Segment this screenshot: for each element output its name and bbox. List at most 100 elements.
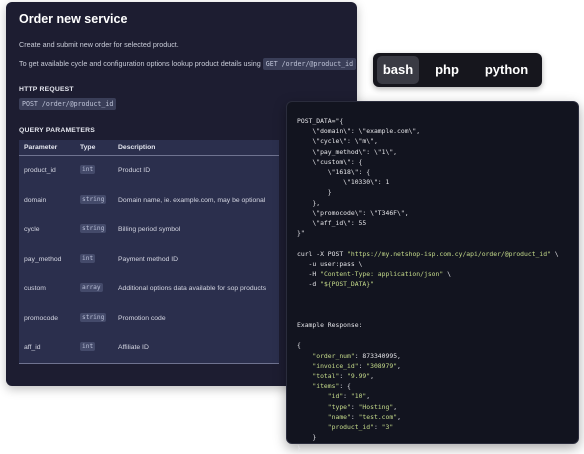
- code-line: "type": "Hosting",: [297, 402, 559, 412]
- code-token: "https://my.netshop-isp.com.cy/api/order…: [347, 249, 551, 258]
- code-token: -u user:pass \: [297, 259, 363, 268]
- tab-php[interactable]: php: [425, 56, 469, 84]
- param-description: Affiliate ID: [118, 344, 149, 351]
- page-title: Order new service: [19, 12, 128, 26]
- lookup-endpoint-code: GET /order/@product_id: [262, 58, 357, 70]
- code-token: }: [297, 188, 332, 197]
- tab-python[interactable]: python: [475, 56, 538, 84]
- code-line: \"pay_method\": \"1\",: [297, 147, 559, 157]
- column-header-parameter: Parameter: [24, 144, 58, 151]
- code-line: }: [297, 187, 559, 197]
- code-token: \"aff_id\": 55: [297, 219, 367, 228]
- code-token: "id": [327, 392, 344, 401]
- code-token: \"promocode\": \"T346F\",: [297, 208, 409, 217]
- code-token: "invoice_id": [312, 361, 359, 370]
- params-table: Parameter Type Description product_id int…: [19, 140, 279, 364]
- tab-bash[interactable]: bash: [377, 56, 419, 84]
- code-line: \"promocode\": \"T346F\",: [297, 208, 559, 218]
- code-token: "type": [327, 402, 351, 411]
- code-token: {: [297, 341, 301, 350]
- param-name: domain: [24, 196, 47, 204]
- param-type-badge: array: [80, 283, 103, 292]
- code-line: }: [297, 443, 559, 453]
- http-request-code: POST /order/@product_id: [19, 98, 117, 110]
- code-line: POST_DATA="{: [297, 116, 559, 126]
- code-line: }: [297, 432, 559, 442]
- code-token: ,: [393, 402, 398, 411]
- code-line: -d "${POST_DATA}": [297, 279, 559, 289]
- code-line: -H "Content-Type: application/json" \: [297, 269, 559, 279]
- code-line: "items": {: [297, 381, 559, 391]
- code-token: "9.99": [347, 372, 371, 381]
- code-line: "name": "test.com",: [297, 412, 559, 422]
- param-description: Payment method ID: [118, 255, 179, 263]
- code-line: "total": "9.99",: [297, 371, 559, 381]
- code-line: }": [297, 228, 559, 238]
- table-header: Parameter Type Description: [19, 140, 279, 156]
- code-line: "product_id": "3": [297, 422, 559, 432]
- code-token: \: [443, 270, 451, 279]
- code-token: Example Response:: [297, 321, 363, 330]
- param-type-badge: string: [80, 194, 107, 204]
- lookup-text-line: To get available cycle and configuration…: [19, 58, 357, 70]
- code-token: \"custom\": {: [297, 157, 363, 166]
- code-line: "id": "10",: [297, 391, 559, 401]
- param-type-badge: int: [80, 165, 96, 174]
- code-line: ​: [297, 330, 559, 340]
- code-line: \"10330\": 1: [297, 177, 559, 187]
- code-token: \: [550, 249, 559, 258]
- code-token: "test.com": [358, 412, 398, 421]
- code-line: curl -X POST "https://my.netshop-isp.com…: [297, 249, 559, 259]
- code-line: \"domain\": \"example.com\",: [297, 126, 559, 136]
- code-token: "308979": [366, 361, 398, 370]
- code-token: :: [350, 402, 359, 411]
- param-type-badge: int: [80, 342, 96, 351]
- language-tabs: bash php python: [373, 53, 542, 87]
- param-name: pay_method: [24, 255, 62, 263]
- code-token: "3": [381, 423, 394, 432]
- code-token: \"cycle\": \"m\",: [297, 137, 378, 146]
- param-description: Additional options data available for so…: [118, 285, 267, 292]
- code-line: \"aff_id\": 55: [297, 218, 559, 228]
- code-token: "total": [312, 372, 340, 381]
- param-name: aff_id: [24, 344, 41, 351]
- code-line: \"cycle\": \"m\",: [297, 136, 559, 146]
- code-token: "order_num": [312, 351, 355, 360]
- code-line: \"custom\": {: [297, 157, 559, 167]
- param-description: Promotion code: [118, 314, 166, 322]
- code-line: ​: [297, 289, 559, 299]
- param-type-badge: int: [80, 253, 96, 263]
- code-token: POST_DATA="{: [297, 117, 344, 125]
- code-line: -u user:pass \: [297, 259, 559, 269]
- code-token: "Hosting": [358, 402, 394, 411]
- code-line: Example Response:: [297, 320, 559, 330]
- code-token: :: [339, 372, 348, 381]
- column-header-type: Type: [80, 144, 96, 151]
- column-header-description: Description: [118, 144, 156, 151]
- param-description: Product ID: [118, 167, 151, 174]
- param-name: product_id: [24, 167, 56, 174]
- table-row: custom array Additional options data avail…: [19, 274, 279, 304]
- code-token: ,: [397, 412, 401, 421]
- code-block: POST_DATA="{ \"domain\": \"example.com\"…: [297, 116, 559, 453]
- table-row: aff_id int Affiliate ID: [19, 333, 279, 363]
- code-token: \"10330\": 1: [297, 178, 390, 187]
- code-token: "Content-Type: application/json": [320, 270, 444, 279]
- code-token: : 873340995,: [354, 351, 401, 360]
- code-sample-panel: POST_DATA="{ \"domain\": \"example.com\"…: [286, 101, 579, 452]
- code-token: :: [350, 412, 359, 421]
- code-token: :: [373, 423, 382, 432]
- code-token: ,: [370, 372, 374, 381]
- table-row: domain string Domain name, ie. example.com…: [19, 186, 279, 216]
- code-token: "items": [312, 382, 340, 391]
- code-token: }: [297, 443, 301, 452]
- code-line: ​: [297, 238, 559, 248]
- code-token: \"domain\": \"example.com\",: [297, 127, 421, 136]
- code-token: : {: [339, 382, 351, 391]
- code-token: "name": [327, 412, 351, 421]
